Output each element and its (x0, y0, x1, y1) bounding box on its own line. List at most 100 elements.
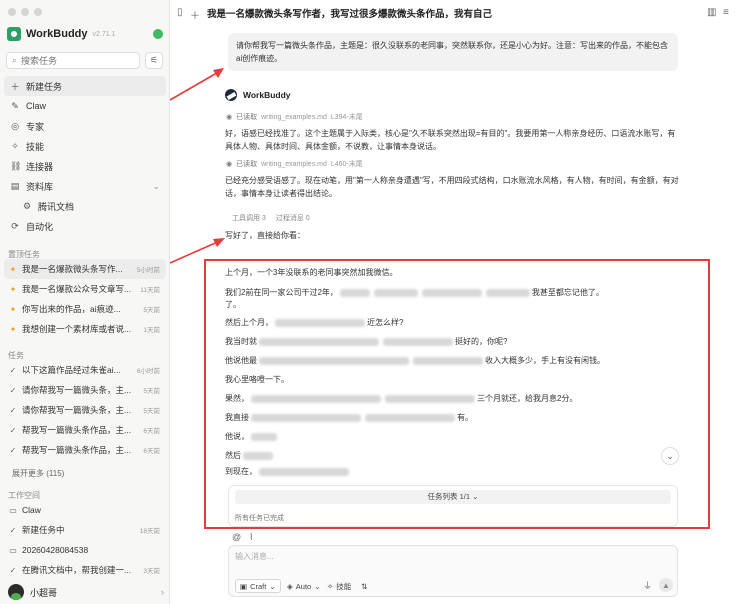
status-check-icon (153, 29, 163, 39)
chevron-down-icon: ⌄ (269, 581, 276, 591)
story-text: 我心里咯噔一下。 (225, 375, 289, 384)
chevron-right-icon: › (161, 587, 164, 597)
doc-icon: ⚙ (22, 200, 32, 211)
show-more-link[interactable]: 展开更多 (115) (12, 468, 64, 479)
nav-library[interactable]: ▤ 资料库 ⌄ (4, 176, 166, 196)
task-time: 5天前 (143, 388, 160, 395)
story-line: 他说他最 收入大概多少，手上有没有闲钱。 (225, 355, 655, 367)
composer: ▣Craft⌄ ◈Auto⌄ ✧技能 ⇅ ⏚ ▲ (228, 545, 678, 597)
process-messages[interactable]: 过程消息 0 (276, 213, 310, 223)
workspace-item[interactable]: ▭ Claw (4, 500, 166, 520)
app-window: WorkBuddy v2.71.1 ⌕ ⚟ ＋ 新建任务 ✎Claw ◎专家 ✧技… (0, 0, 744, 604)
nav-label: 资料库 (26, 181, 54, 192)
send-button[interactable]: ▲ (659, 578, 673, 592)
workspace-title: 在腾讯文档中，帮我创建一... (22, 565, 132, 575)
bot-name: WorkBuddy (243, 90, 291, 100)
story-text: 然后上个月， (225, 318, 273, 327)
story-line: 我们2前在同一家公司干过2年， 我甚至都忘记他了。 了。 (225, 288, 604, 309)
attachment-icon[interactable]: ⌇ (249, 532, 253, 543)
task-list: ✓ 以下这篇作品经过朱雀ai... 6小时前 ✓ 请你帮我写一篇微头条，主... 5天前… (4, 360, 166, 460)
story-text: 我当时就 (225, 337, 257, 346)
read-label: 已读取 (236, 161, 258, 168)
tools-button[interactable]: ⇅ (361, 579, 367, 593)
nav-label: 自动化 (26, 221, 54, 232)
task-item[interactable]: ✓ 以下这篇作品经过朱雀ai... 6小时前 (4, 360, 166, 380)
task-list-header[interactable]: 任务列表 1/1 ⌄ (235, 490, 671, 504)
sidebar-toggle-icon[interactable]: ▯ (177, 7, 183, 18)
nav-expert[interactable]: ◎ 专家 (4, 116, 166, 136)
nav-label: 腾讯文档 (38, 201, 75, 212)
model-selector[interactable]: ◈ Auto ⌄ (287, 579, 321, 593)
read-file-line[interactable]: ◉ 已读取 writing_examples.md L394-末尾 (226, 112, 363, 122)
plus-icon[interactable]: ＋ (190, 7, 200, 22)
model-label: Auto (295, 581, 312, 591)
chevron-down-icon: ⌄ (152, 180, 160, 191)
skill-button[interactable]: ✧ 技能 (327, 579, 351, 593)
model-icon: ◈ (287, 581, 293, 591)
story-text: 上个月，一个3年没联系的老同事突然加我微信。 (225, 268, 398, 277)
message-input[interactable] (235, 552, 655, 561)
story-line: 然后上个月， 近怎么样? (225, 317, 655, 329)
window-controls[interactable] (8, 8, 42, 16)
task-title: 帮我写一篇微头条作品，主... (22, 445, 132, 455)
user-message: 请你帮我写一篇微头条作品，主题是：很久没联系的老同事，突然联系你，还是小心为好。… (228, 33, 678, 71)
panel-icon[interactable]: ▥ (707, 7, 716, 18)
brand-version: v2.71.1 (92, 30, 116, 38)
nav-label: 新建任务 (26, 81, 63, 92)
pinned-task-list: ✦ 我是一名爆款微头条写作... 5小时前 ✦ 我是一名爆款公众号文章写... 11天前… (4, 259, 166, 339)
search-input[interactable] (21, 55, 132, 66)
nav-claw[interactable]: ✎ Claw (4, 96, 166, 116)
nav-automation[interactable]: ⟳ 自动化 (4, 216, 166, 236)
workspace-item[interactable]: ▭ 20260428084538 (4, 540, 166, 560)
read-file-line[interactable]: ◉ 已读取 writing_examples.md L460-末尾 (226, 159, 363, 169)
user-profile[interactable]: 小超哥 › (8, 584, 164, 600)
chevron-down-icon: ⌄ (666, 450, 674, 461)
chevron-down-icon: ⌄ (314, 581, 321, 591)
nav-label: Claw (26, 101, 47, 111)
nav-tencent-docs[interactable]: ⚙ 腾讯文档 (4, 196, 166, 216)
story-text: 然后 (225, 451, 241, 460)
nav-connector[interactable]: ⛓ 连接器 (4, 156, 166, 176)
reply-intro: 写好了，直接给你看： (225, 231, 305, 240)
task-time: 5天前 (143, 307, 160, 314)
story-line: 上个月，一个3年没联系的老同事突然加我微信。 (225, 267, 655, 279)
search-box[interactable]: ⌕ (6, 52, 140, 69)
plus-icon: ＋ (10, 81, 20, 92)
microphone-icon[interactable]: ⏚ (643, 579, 652, 592)
task-title: 我是一名爆款微头条写作... (22, 264, 123, 274)
check-icon: ✓ (9, 425, 17, 435)
pinned-task-item[interactable]: ✦ 我是一名爆款公众号文章写... 11天前 (4, 279, 166, 299)
task-title: 帮我写一篇微头条作品，主... (22, 425, 132, 435)
story-line: 到现在， (225, 466, 655, 478)
chevron-down-icon: ⌄ (472, 492, 479, 501)
pin-icon: ✦ (9, 284, 17, 294)
pinned-task-item[interactable]: ✦ 我是一名爆款微头条写作... 5小时前 (4, 259, 166, 279)
check-icon: ✓ (9, 525, 17, 535)
menu-icon[interactable]: ≡ (723, 7, 729, 18)
scroll-down-button[interactable]: ⌄ (661, 447, 679, 465)
tool-summary[interactable]: 工具调用 3 过程消息 0 (232, 213, 310, 223)
at-mention-icon[interactable]: @ (232, 532, 241, 543)
task-item[interactable]: ✓ 帮我写一篇微头条作品，主... 6天前 (4, 420, 166, 440)
task-item[interactable]: ✓ 请你帮我写一篇微头条，主... 5天前 (4, 380, 166, 400)
eye-icon: ◉ (226, 114, 233, 121)
nav-skill[interactable]: ✧ 技能 (4, 136, 166, 156)
tool-calls[interactable]: 工具调用 3 (232, 213, 266, 223)
story-text: 到现在， (225, 467, 257, 476)
workspace-item[interactable]: ✓ 新建任务中 18天前 (4, 520, 166, 540)
task-item[interactable]: ✓ 请你帮我写一篇微头条，主... 5天前 (4, 400, 166, 420)
nav-new-task[interactable]: ＋ 新建任务 (4, 76, 166, 96)
task-time: 5天前 (143, 408, 160, 415)
task-item[interactable]: ✓ 帮我写一篇微头条作品，主... 6天前 (4, 440, 166, 460)
pinned-task-item[interactable]: ✦ 我想创建一个素材库或者说... 1天前 (4, 319, 166, 339)
nav-label: 连接器 (26, 161, 54, 172)
folder-icon: ▭ (9, 505, 17, 515)
mode-selector[interactable]: ▣ Craft ⌄ (235, 579, 281, 593)
workspace-item[interactable]: ✓ 在腾讯文档中，帮我创建一... 3天前 (4, 560, 166, 580)
story-text: 有。 (457, 413, 473, 422)
pin-icon: ✦ (9, 264, 17, 274)
pinned-task-item[interactable]: ✦ 你写出来的作品，ai痕迹... 5天前 (4, 299, 166, 319)
task-title: 我是一名爆款公众号文章写... (22, 284, 132, 294)
library-icon: ▤ (10, 180, 20, 191)
filter-button[interactable]: ⚟ (145, 52, 163, 69)
